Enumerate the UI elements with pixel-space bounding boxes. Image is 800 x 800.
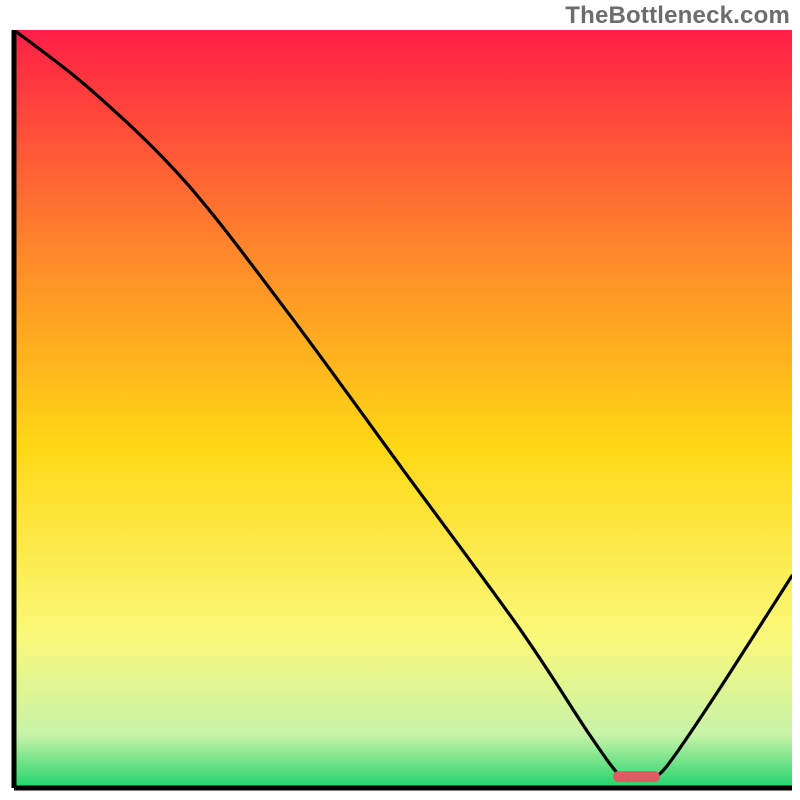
minimum-marker	[613, 771, 660, 782]
chart-svg	[8, 30, 792, 794]
watermark-text: TheBottleneck.com	[565, 2, 790, 30]
plot-background	[14, 30, 792, 788]
chart-container: TheBottleneck.com	[0, 0, 800, 800]
